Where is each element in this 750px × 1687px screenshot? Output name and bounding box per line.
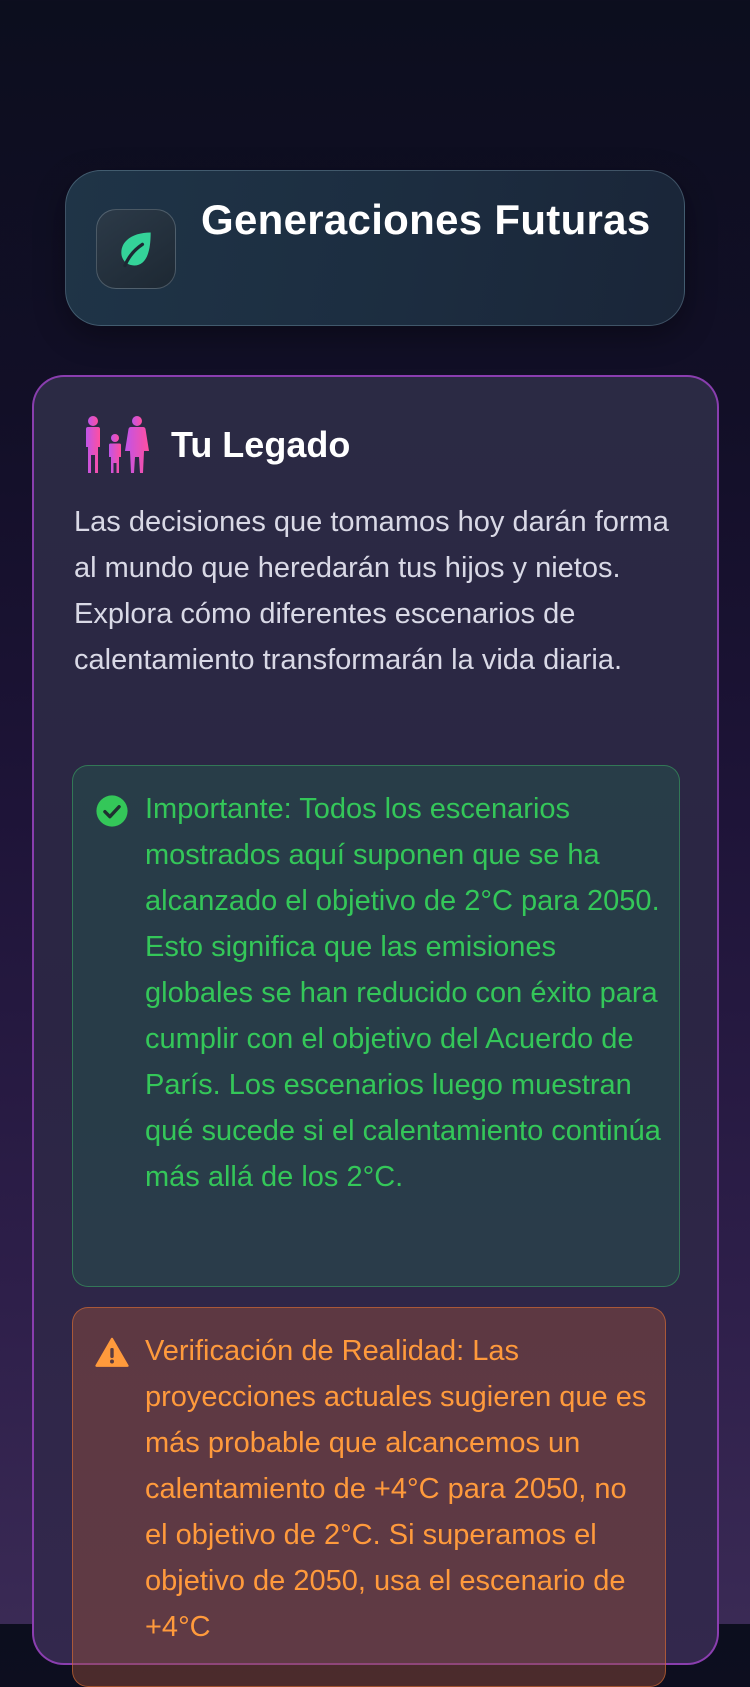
important-note-text: Importante: Todos los escenarios mostrad… <box>145 793 661 1193</box>
warning-triangle-icon <box>95 1337 129 1367</box>
check-circle-icon <box>96 795 128 827</box>
reality-check-note-text: Verificación de Realidad: Las proyeccion… <box>145 1335 647 1643</box>
legacy-card-title: Tu Legado <box>171 424 351 465</box>
app-header: Generaciones Futuras <box>65 170 685 326</box>
important-note: Importante: Todos los escenarios mostrad… <box>72 765 680 1287</box>
app-logo <box>96 209 176 289</box>
legacy-card-description: Las decisiones que tomamos hoy darán for… <box>74 506 669 676</box>
legacy-card: Tu Legado Las decisiones que tomamos hoy… <box>32 375 719 1687</box>
reality-check-note: Verificación de Realidad: Las proyeccion… <box>72 1307 666 1687</box>
legacy-card-header: Tu Legado <box>79 415 350 475</box>
leaf-icon <box>121 232 151 268</box>
app-title: Generaciones Futuras <box>201 196 651 243</box>
family-icon <box>86 416 149 473</box>
